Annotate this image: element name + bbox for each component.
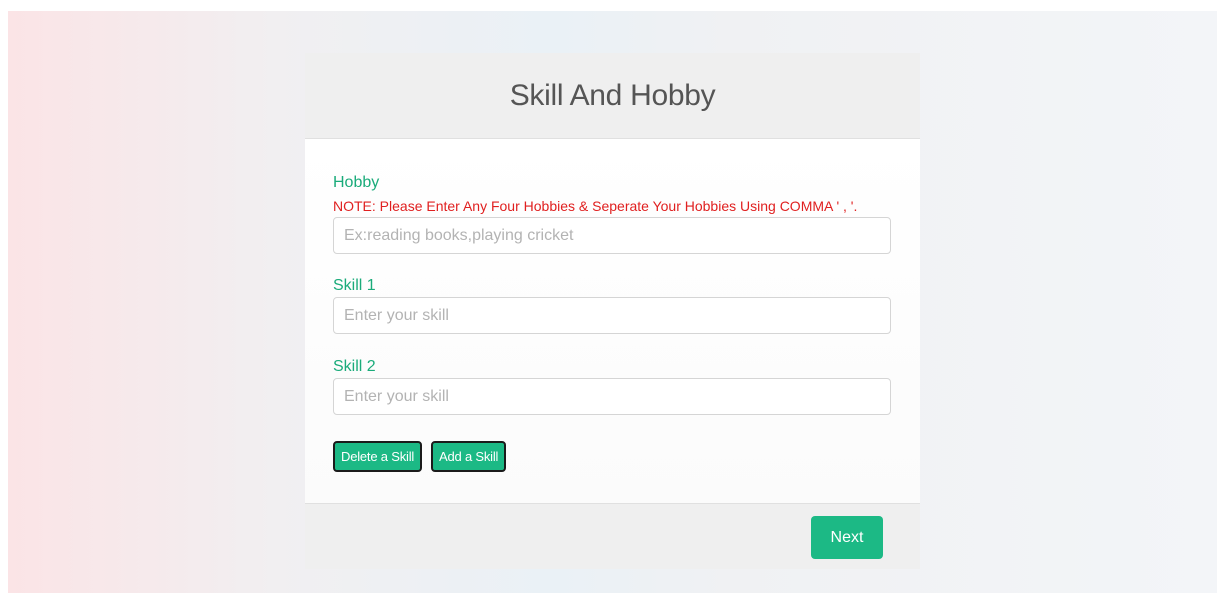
form-header: Skill And Hobby xyxy=(305,53,920,139)
add-skill-button[interactable]: Add a Skill xyxy=(431,441,507,472)
form-body: Hobby NOTE: Please Enter Any Four Hobbie… xyxy=(305,139,920,503)
hobby-input[interactable] xyxy=(333,217,891,254)
next-button[interactable]: Next xyxy=(811,516,883,559)
skill-hobby-form-card: Skill And Hobby Hobby NOTE: Please Enter… xyxy=(305,53,920,569)
hobby-label: Hobby xyxy=(333,174,380,191)
skill-2-label: Skill 2 xyxy=(333,358,376,375)
form-title: Skill And Hobby xyxy=(509,78,716,112)
form-footer: Next xyxy=(305,503,920,569)
skill-1-input[interactable] xyxy=(333,297,891,334)
hobby-note: NOTE: Please Enter Any Four Hobbies & Se… xyxy=(333,198,858,214)
skill-2-input[interactable] xyxy=(333,378,891,415)
skill-1-label: Skill 1 xyxy=(333,277,376,294)
delete-skill-button[interactable]: Delete a Skill xyxy=(333,441,423,472)
